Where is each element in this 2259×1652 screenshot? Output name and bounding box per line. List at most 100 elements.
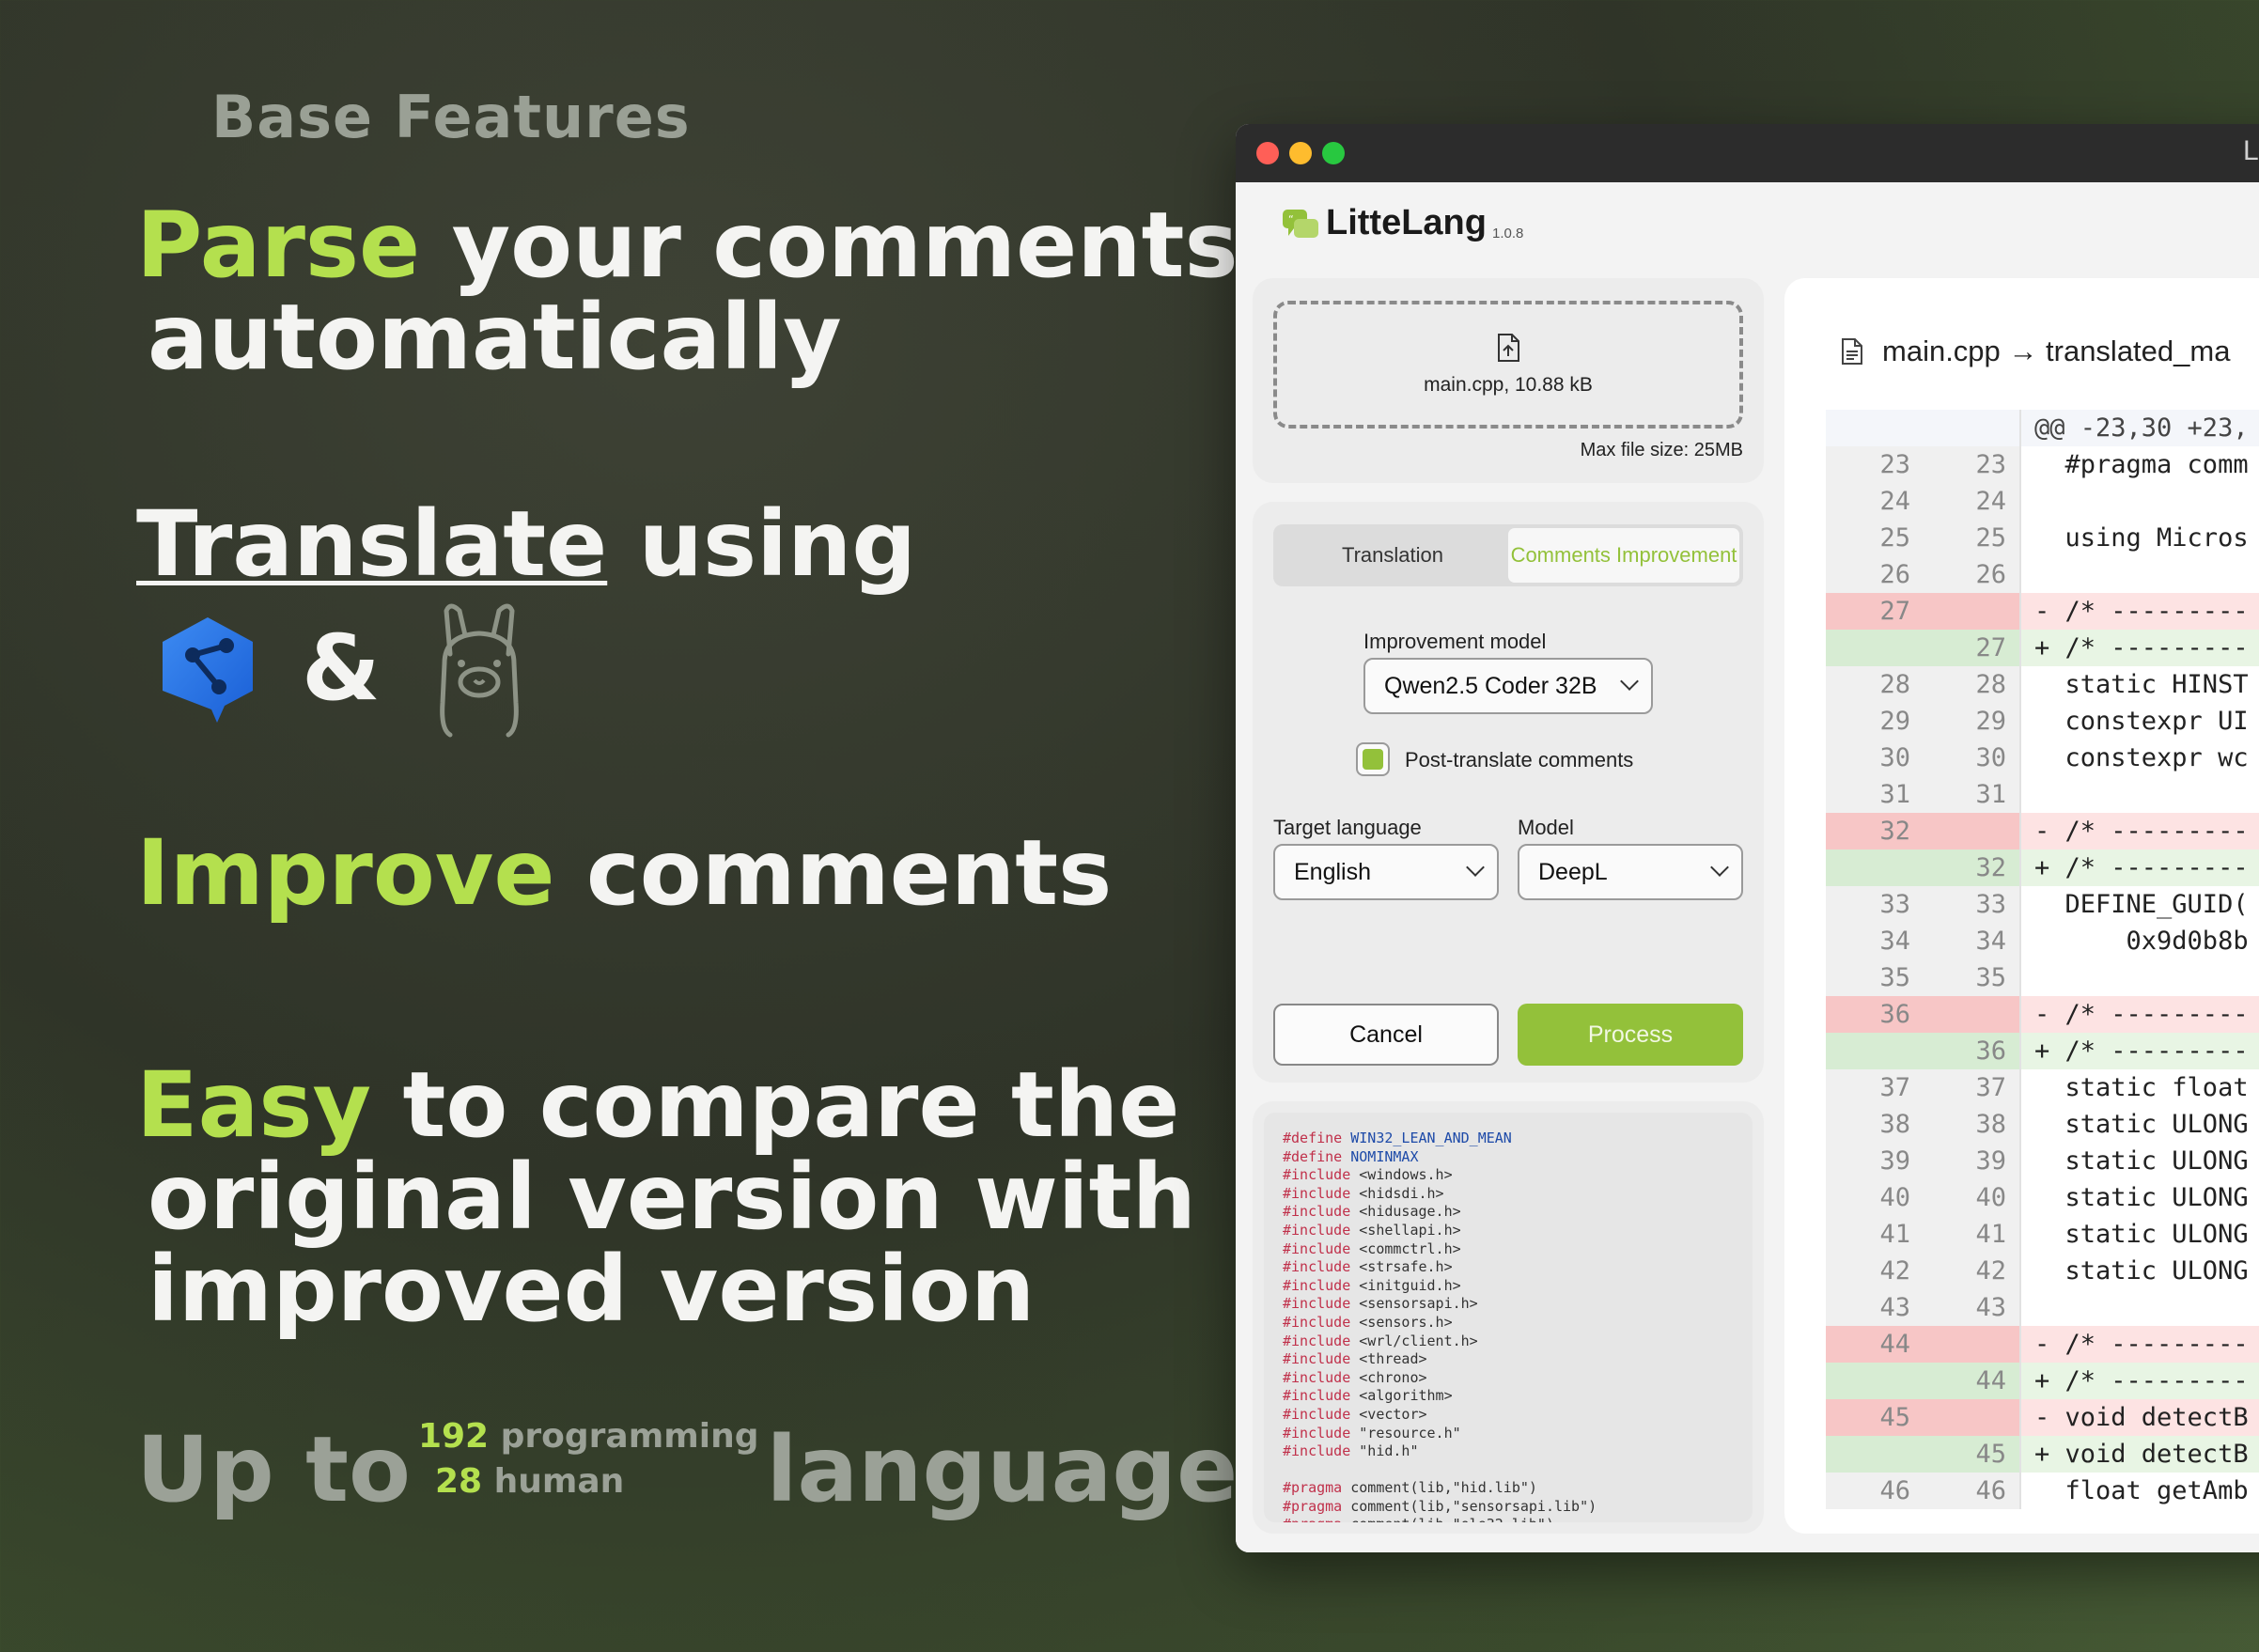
code-argument: NOMINMAX — [1342, 1147, 1419, 1165]
code-argument: WIN32_LEAN_AND_MEAN — [1342, 1130, 1512, 1146]
new-line-number: 34 — [1924, 923, 2021, 959]
diff-line-text: DEFINE_GUID( — [2034, 890, 2249, 919]
code-line: #include <sensors.h> — [1283, 1314, 1753, 1333]
new-line-number: 37 — [1924, 1069, 2021, 1106]
code-argument: <chrono> — [1350, 1368, 1427, 1386]
model-select[interactable]: DeepL — [1518, 844, 1743, 900]
chevron-down-icon — [1710, 858, 1729, 877]
diff-row: 44 - /* --------- — [1826, 1326, 2259, 1363]
code-argument: <hidusage.h> — [1350, 1203, 1461, 1221]
diff-line-text: static float — [2034, 1073, 2249, 1102]
feature-improve: Improve comments — [136, 827, 1112, 919]
new-line-number: 44 — [1924, 1363, 2021, 1399]
diff-row: 40 40 static ULONG — [1826, 1179, 2259, 1216]
diff-header: main.cpp → translated_ma — [1841, 335, 2230, 368]
minimize-window-button[interactable] — [1289, 142, 1312, 164]
diff-row: 29 29 constexpr UI — [1826, 703, 2259, 740]
old-line-number: 38 — [1826, 1106, 1924, 1143]
new-line-number — [1924, 996, 2021, 1033]
tab-translation[interactable]: Translation — [1277, 528, 1508, 583]
code-line: #pragma comment(lib,"hid.lib") — [1283, 1479, 1753, 1498]
diff-line-text: - /* --------- — [2021, 593, 2259, 630]
target-language-value: English — [1294, 858, 1371, 885]
code-directive: #include — [1283, 1405, 1351, 1423]
code-argument: comment(lib,"sensorsapi.lib") — [1342, 1497, 1597, 1515]
post-translate-checkbox[interactable] — [1356, 742, 1390, 776]
process-button[interactable]: Process — [1518, 1004, 1743, 1066]
diff-line-text: + /* --------- — [2021, 849, 2259, 886]
diff-line-text: using Micros — [2034, 523, 2249, 553]
diff-row: 27 + /* --------- — [1826, 630, 2259, 666]
old-line-number: 27 — [1826, 593, 1924, 630]
old-line-number: 32 — [1826, 813, 1924, 849]
target-language-label: Target language — [1273, 816, 1422, 839]
new-line-number: 30 — [1924, 740, 2021, 776]
zoom-window-button[interactable] — [1322, 142, 1345, 164]
model-label: Model — [1518, 816, 1574, 839]
diff-line-text: - /* --------- — [2021, 996, 2259, 1033]
code-line: #include <vector> — [1283, 1406, 1753, 1425]
code-directive: #define — [1283, 1147, 1343, 1165]
tab-comments-improvement[interactable]: Comments Improvement — [1508, 528, 1739, 583]
code-argument: <shellapi.h> — [1350, 1221, 1461, 1239]
new-line-number: 31 — [1924, 776, 2021, 813]
source-code-preview[interactable]: #define WIN32_LEAN_AND_MEAN #define NOMIN… — [1264, 1113, 1753, 1522]
code-directive: #include — [1283, 1276, 1351, 1294]
diff-row: 43 43 — [1826, 1289, 2259, 1326]
diff-line-text: static ULONG — [2034, 1183, 2249, 1212]
upload-card: main.cpp, 10.88 kB Max file size: 25MB — [1253, 278, 1764, 483]
new-line-number: 26 — [1924, 556, 2021, 593]
programming-count: 192 — [417, 1417, 490, 1456]
diff-line-text: - /* --------- — [2021, 1326, 2259, 1363]
feature-parse-text: your comments — [420, 193, 1239, 298]
title-bar[interactable]: L — [1236, 124, 2259, 182]
diff-line-text: static ULONG — [2034, 1220, 2249, 1249]
diff-row: 31 31 — [1826, 776, 2259, 813]
old-line-number: 33 — [1826, 886, 1924, 923]
old-line-number: 34 — [1826, 923, 1924, 959]
code-line: #include "hid.h" — [1283, 1442, 1753, 1461]
cancel-button[interactable]: Cancel — [1273, 1004, 1499, 1066]
new-line-number: 40 — [1924, 1179, 2021, 1216]
diff-row: 42 42 static ULONG — [1826, 1253, 2259, 1289]
code-directive: #include — [1283, 1239, 1351, 1257]
code-directive: #include — [1283, 1332, 1351, 1349]
code-argument: <thread> — [1350, 1350, 1427, 1368]
code-directive: #include — [1283, 1184, 1351, 1202]
new-line-number: 32 — [1924, 849, 2021, 886]
code-directive: #include — [1283, 1442, 1351, 1460]
diff-row: 35 35 — [1826, 959, 2259, 996]
target-language-select[interactable]: English — [1273, 844, 1499, 900]
new-line-number: 45 — [1924, 1436, 2021, 1473]
code-line: #include <sensorsapi.h> — [1283, 1295, 1753, 1314]
diff-row: 34 34 0x9d0b8b — [1826, 923, 2259, 959]
diff-row: 44 + /* --------- — [1826, 1363, 2259, 1399]
feature-parse: Parse your comments automatically — [136, 199, 1239, 383]
code-directive: #include — [1283, 1295, 1351, 1313]
file-dropzone[interactable]: main.cpp, 10.88 kB — [1273, 301, 1743, 429]
feature-translate: Translate using & — [136, 498, 916, 739]
diff-line-text — [2021, 776, 2259, 813]
feature-translate-text: using — [607, 491, 917, 597]
old-line-number: 41 — [1826, 1216, 1924, 1253]
close-window-button[interactable] — [1256, 142, 1279, 164]
old-line-number: 30 — [1826, 740, 1924, 776]
diff-line-text: + /* --------- — [2021, 630, 2259, 666]
diff-line-text: #pragma comm — [2034, 450, 2249, 479]
new-line-number: 28 — [1924, 666, 2021, 703]
code-argument: <vector> — [1350, 1405, 1427, 1423]
code-line: #pragma comment(lib,"ole32.lib") — [1283, 1516, 1753, 1522]
diff-row: 38 38 static ULONG — [1826, 1106, 2259, 1143]
old-line-number: 31 — [1826, 776, 1924, 813]
feature-languages: Up to 192 programming 28 human languages — [136, 1417, 1291, 1516]
improvement-model-select[interactable]: Qwen2.5 Coder 32B — [1363, 658, 1653, 714]
old-line-number — [1826, 630, 1924, 666]
code-argument: comment(lib,"hid.lib") — [1342, 1479, 1537, 1497]
feature-compare-text: to compare the — [371, 1052, 1180, 1158]
diff-line-text: static ULONG — [2034, 1256, 2249, 1286]
code-directive: #include — [1283, 1350, 1351, 1368]
feature-translate-accent: Translate — [136, 491, 608, 597]
diff-table[interactable]: @@ -23,30 +23, 23 23 #pragma comm 24 24 25 25 … — [1826, 410, 2259, 1509]
file-upload-icon — [1498, 334, 1519, 362]
old-line-number: 23 — [1826, 446, 1924, 483]
